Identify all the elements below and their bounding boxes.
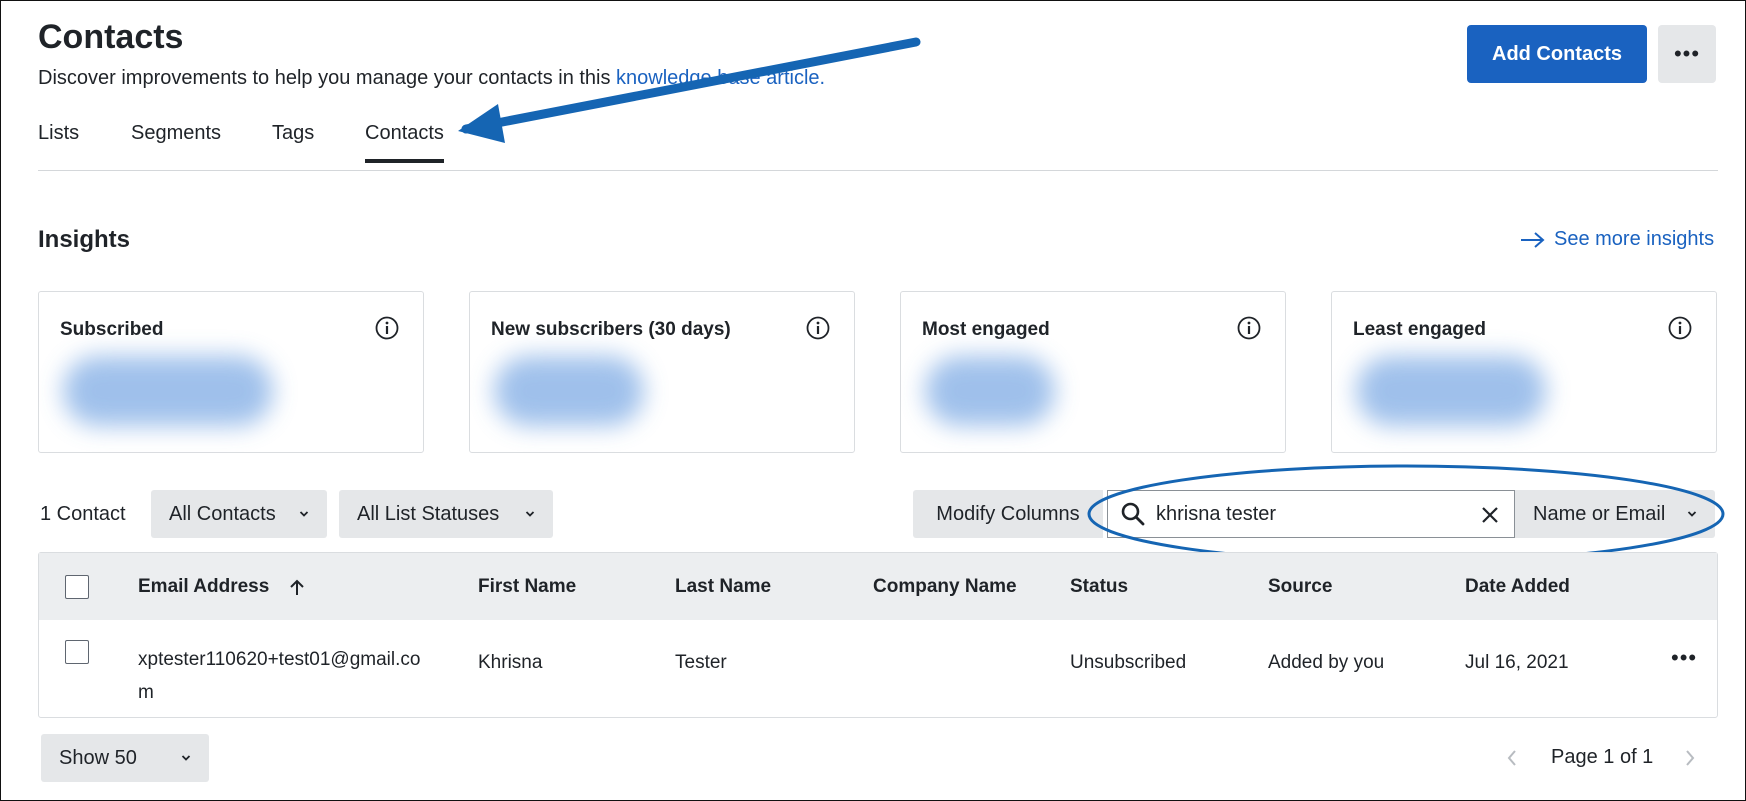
see-more-insights-link[interactable]: See more insights [1520,228,1714,251]
chevron-down-icon [525,511,535,517]
first-name-cell: Khrisna [478,652,543,673]
insight-card-most-engaged: Most engaged [900,291,1286,453]
search-mode-label: Name or Email [1533,502,1666,525]
insight-card-title: Least engaged [1353,319,1487,340]
insights-title: Insights [38,226,131,253]
more-options-button[interactable]: ••• [1658,25,1716,83]
email-cell[interactable]: xptester110620+test01@gmail.co m [138,643,420,709]
insight-card-new-subscribers: New subscribers (30 days) [469,291,855,453]
tab-lists[interactable]: Lists [38,122,79,159]
date-added-cell: Jul 16, 2021 [1465,652,1569,673]
column-header-email[interactable]: Email Address [138,576,305,598]
chevron-down-icon [181,755,191,761]
blurred-value [925,356,1055,426]
column-header-company[interactable]: Company Name [873,576,1017,598]
insight-card-title: Most engaged [922,319,1050,340]
source-cell: Added by you [1268,652,1385,673]
tab-tags[interactable]: Tags [272,122,314,159]
contacts-table: Email Address First Name Last Name Compa… [38,552,1718,718]
arrow-right-icon [1521,231,1545,248]
status-cell: Unsubscribed [1070,652,1187,673]
sort-ascending-icon [289,579,304,595]
chevron-down-icon [299,511,309,517]
list-status-dropdown[interactable]: All List Statuses [339,490,553,538]
see-more-insights-label: See more insights [1554,228,1715,250]
insight-card-title: Subscribed [60,319,164,340]
subtitle-text: Discover improvements to help you manage… [38,67,617,89]
insight-card-least-engaged: Least engaged [1331,291,1717,453]
column-header-last-name[interactable]: Last Name [675,576,771,598]
chevron-right-icon[interactable] [1683,748,1697,768]
page-subtitle: Discover improvements to help you manage… [38,67,825,90]
list-status-label: All List Statuses [357,502,500,525]
column-header-status[interactable]: Status [1070,576,1128,598]
search-mode-dropdown[interactable]: Name or Email [1515,490,1715,538]
tabs-divider [38,170,1718,171]
email-line: m [138,682,154,703]
knowledge-base-link[interactable]: knowledge base article. [616,67,825,89]
email-line: xptester110620+test01@gmail.co [138,649,421,670]
all-contacts-label: All Contacts [169,502,276,525]
column-header-email-label: Email Address [138,576,270,597]
blurred-value [494,356,644,426]
tab-segments[interactable]: Segments [131,122,221,159]
info-icon[interactable] [375,316,399,340]
column-header-date-added[interactable]: Date Added [1465,576,1570,598]
column-header-first-name[interactable]: First Name [478,576,576,598]
row-checkbox[interactable] [65,640,89,664]
page-size-dropdown[interactable]: Show 50 [41,734,209,782]
column-header-source[interactable]: Source [1268,576,1332,598]
pagination-label: Page 1 of 1 [1551,746,1654,768]
insight-card-subscribed: Subscribed [38,291,424,453]
insight-card-title: New subscribers (30 days) [491,319,731,340]
last-name-cell: Tester [675,652,727,673]
chevron-down-icon [1687,511,1697,517]
info-icon[interactable] [806,316,830,340]
close-icon[interactable] [1478,503,1502,527]
tab-contacts[interactable]: Contacts [365,122,444,163]
blurred-value [63,356,273,426]
select-all-checkbox[interactable] [65,575,89,599]
search-field[interactable] [1107,490,1515,538]
page-title: Contacts [38,18,184,56]
contact-count: 1 Contact [40,503,126,525]
info-icon[interactable] [1237,316,1261,340]
info-icon[interactable] [1668,316,1692,340]
row-more-options-button[interactable]: ••• [1671,645,1697,671]
blurred-value [1356,356,1546,426]
modify-columns-button[interactable]: Modify Columns [913,490,1103,538]
table-header: Email Address First Name Last Name Compa… [39,553,1717,620]
chevron-left-icon[interactable] [1505,748,1519,768]
add-contacts-button[interactable]: Add Contacts [1467,25,1647,83]
search-icon [1121,502,1145,526]
all-contacts-dropdown[interactable]: All Contacts [151,490,327,538]
search-input[interactable] [1154,501,1458,527]
page-size-label: Show 50 [59,746,137,769]
